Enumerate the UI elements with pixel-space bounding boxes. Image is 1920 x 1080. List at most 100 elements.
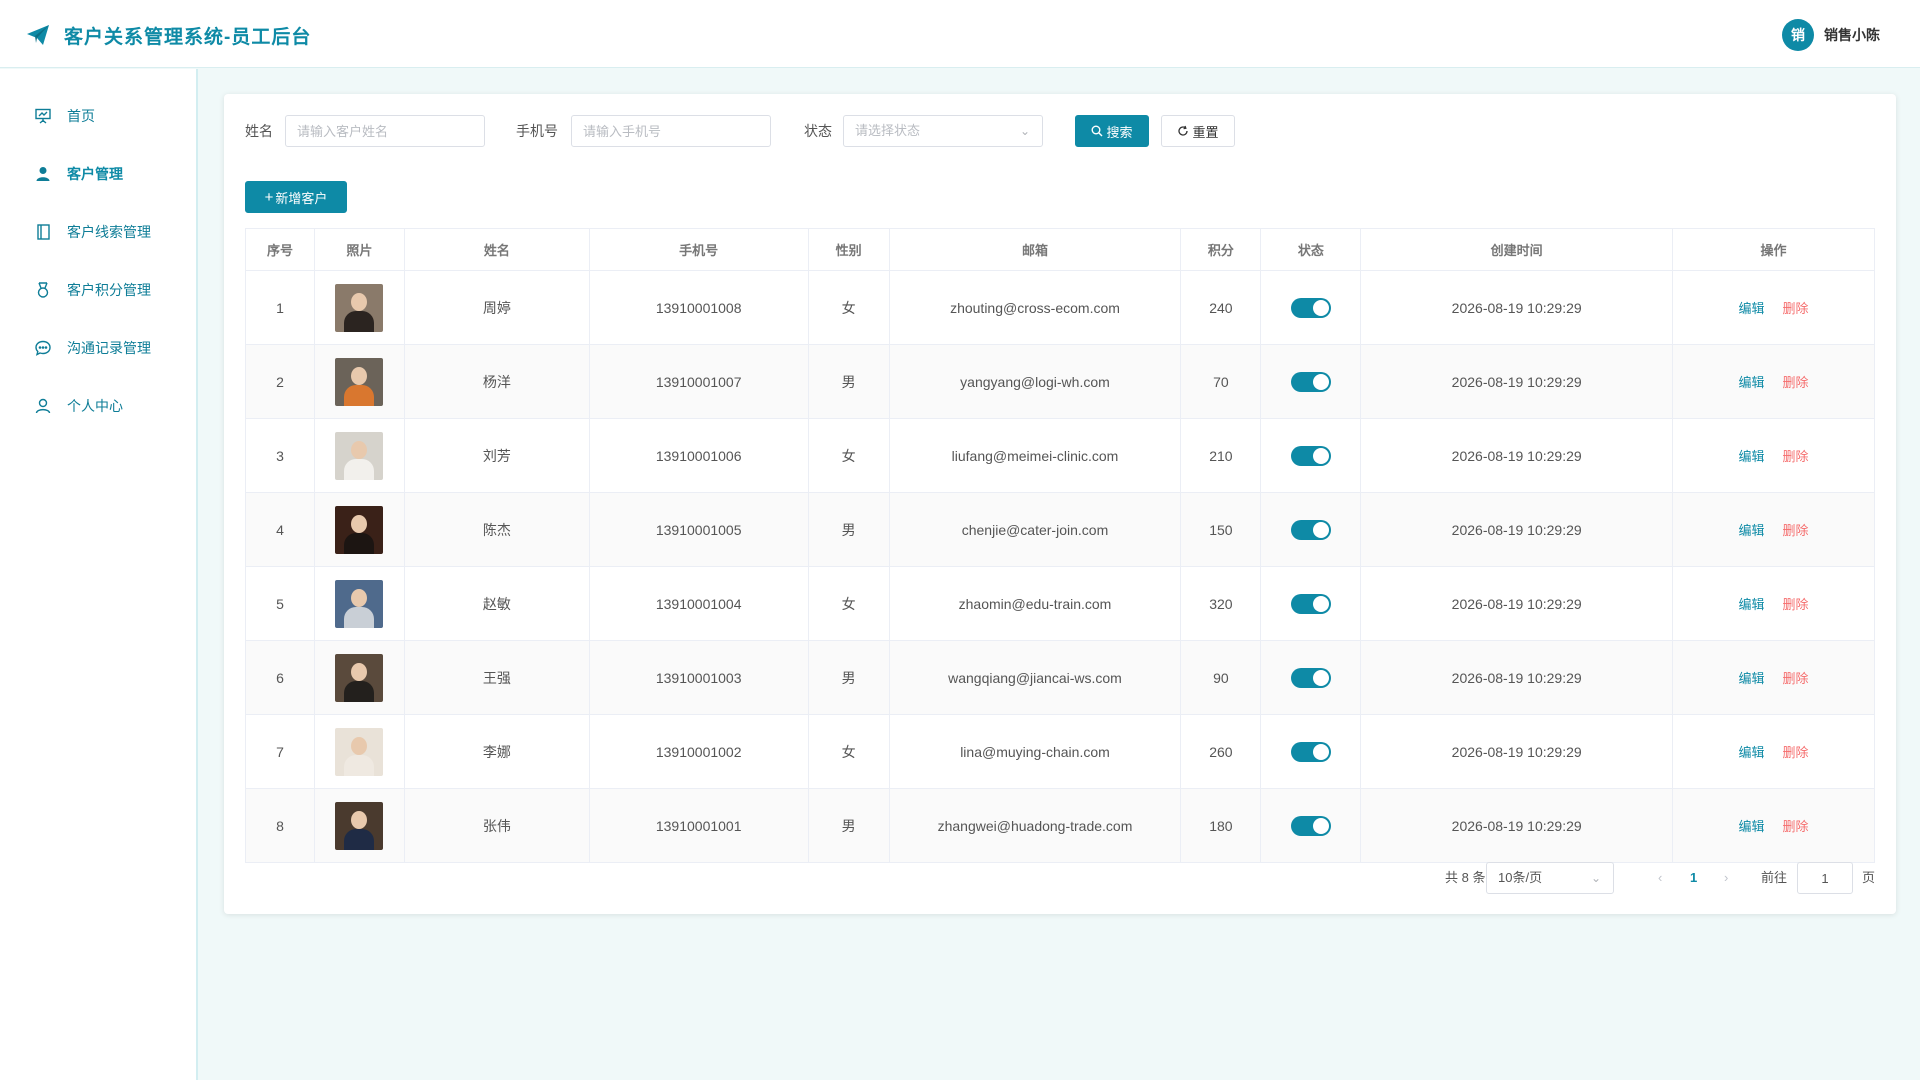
customer-points: 70 xyxy=(1180,344,1262,419)
delete-button[interactable]: 删除 xyxy=(1783,597,1809,612)
column-header: 操作 xyxy=(1672,228,1875,271)
customer-photo[interactable] xyxy=(335,357,384,406)
status-toggle[interactable] xyxy=(1290,371,1331,392)
customer-photo[interactable] xyxy=(335,653,384,702)
status-toggle[interactable] xyxy=(1290,815,1331,836)
sidebar-item-customers[interactable]: 客户管理 xyxy=(0,154,196,194)
column-header: 性别 xyxy=(807,228,890,271)
reset-button[interactable]: 重置 xyxy=(1161,115,1235,147)
created-time: 2026-08-19 10:29:29 xyxy=(1360,566,1674,641)
customer-gender: 女 xyxy=(807,714,890,789)
sidebar-item-label: 沟通记录管理 xyxy=(67,340,151,356)
page-suffix: 页 xyxy=(1862,870,1876,885)
next-page-button[interactable]: › xyxy=(1724,862,1728,894)
status-toggle[interactable] xyxy=(1290,445,1331,466)
edit-button[interactable]: 编辑 xyxy=(1739,745,1765,760)
table-row: 7 李娜 13910001002 女 lina@muying-chain.com 260 2… xyxy=(245,714,1875,789)
page-size-select[interactable]: 10条/页 ⌄ xyxy=(1486,862,1614,894)
phone-search-input[interactable] xyxy=(571,115,771,147)
status-cell xyxy=(1260,418,1362,493)
sidebar-item-label: 客户管理 xyxy=(67,166,123,182)
status-select[interactable]: 请选择状态 ⌄ xyxy=(843,115,1043,147)
actions-cell: 编辑 删除 xyxy=(1672,714,1875,789)
created-time: 2026-08-19 10:29:29 xyxy=(1360,640,1674,715)
edit-button[interactable]: 编辑 xyxy=(1739,523,1765,538)
customer-photo[interactable] xyxy=(335,283,384,332)
prev-page-button[interactable]: ‹ xyxy=(1658,862,1662,894)
edit-button[interactable]: 编辑 xyxy=(1739,597,1765,612)
delete-button[interactable]: 删除 xyxy=(1783,819,1809,834)
customer-photo[interactable] xyxy=(335,579,384,628)
photo-cell xyxy=(313,270,405,345)
customer-phone: 13910001006 xyxy=(588,418,809,493)
add-customer-button[interactable]: + 新增客户 xyxy=(245,181,347,213)
photo-cell xyxy=(313,714,405,789)
chat-bubble-icon xyxy=(33,338,53,358)
customer-photo[interactable] xyxy=(335,505,384,554)
name-search-input[interactable] xyxy=(285,115,485,147)
customer-photo[interactable] xyxy=(335,727,384,776)
delete-button[interactable]: 删除 xyxy=(1783,523,1809,538)
customer-photo[interactable] xyxy=(335,801,384,850)
customer-points: 180 xyxy=(1180,788,1262,863)
customer-table: 序号 照片 姓名 手机号 性别 邮箱 积分 状态 创建时间 操作 1 周婷 1391… xyxy=(245,228,1875,863)
customer-photo[interactable] xyxy=(335,431,384,480)
row-index: 2 xyxy=(245,344,315,419)
table-row: 5 赵敏 13910001004 女 zhaomin@edu-train.com 320 2… xyxy=(245,566,1875,641)
created-time: 2026-08-19 10:29:29 xyxy=(1360,270,1674,345)
status-toggle[interactable] xyxy=(1290,297,1331,318)
avatar[interactable]: 销 xyxy=(1782,19,1814,51)
customer-phone: 13910001005 xyxy=(588,492,809,567)
edit-button[interactable]: 编辑 xyxy=(1739,301,1765,316)
column-header: 积分 xyxy=(1180,228,1262,271)
status-cell xyxy=(1260,492,1362,567)
customer-gender: 女 xyxy=(807,418,890,493)
sidebar-item-profile[interactable]: 个人中心 xyxy=(0,386,196,426)
customer-name: 刘芳 xyxy=(403,418,590,493)
delete-button[interactable]: 删除 xyxy=(1783,671,1809,686)
photo-head xyxy=(351,292,368,311)
row-index: 8 xyxy=(245,788,315,863)
medal-icon xyxy=(33,280,53,300)
photo-cell xyxy=(313,344,405,419)
column-header: 姓名 xyxy=(403,228,590,271)
search-button[interactable]: 搜索 xyxy=(1075,115,1149,147)
sidebar-item-leads[interactable]: 客户线索管理 xyxy=(0,212,196,252)
sidebar-item-communications[interactable]: 沟通记录管理 xyxy=(0,328,196,368)
search-icon xyxy=(1091,125,1103,137)
created-time: 2026-08-19 10:29:29 xyxy=(1360,492,1674,567)
search-button-label: 搜索 xyxy=(1106,124,1133,140)
page-number-current[interactable]: 1 xyxy=(1690,862,1697,894)
customer-name: 赵敏 xyxy=(403,566,590,641)
customer-gender: 男 xyxy=(807,788,890,863)
status-toggle[interactable] xyxy=(1290,519,1331,540)
customer-points: 210 xyxy=(1180,418,1262,493)
page-size-value: 10条/页 xyxy=(1498,870,1543,885)
edit-button[interactable]: 编辑 xyxy=(1739,449,1765,464)
created-time: 2026-08-19 10:29:29 xyxy=(1360,714,1674,789)
customer-points: 320 xyxy=(1180,566,1262,641)
delete-button[interactable]: 删除 xyxy=(1783,449,1809,464)
user-menu[interactable]: 销 销售小陈 xyxy=(1782,19,1880,51)
delete-button[interactable]: 删除 xyxy=(1783,301,1809,316)
refresh-icon xyxy=(1177,125,1189,137)
column-header: 序号 xyxy=(245,228,315,271)
customer-email: zhaomin@edu-train.com xyxy=(888,566,1182,641)
customer-name: 王强 xyxy=(403,640,590,715)
chevron-down-icon: ⌄ xyxy=(1019,124,1030,138)
edit-button[interactable]: 编辑 xyxy=(1739,375,1765,390)
pagination-total: 共 8 条 xyxy=(1445,870,1486,885)
customer-phone: 13910001001 xyxy=(588,788,809,863)
delete-button[interactable]: 删除 xyxy=(1783,375,1809,390)
status-toggle[interactable] xyxy=(1290,593,1331,614)
sidebar-item-points[interactable]: 客户积分管理 xyxy=(0,270,196,310)
edit-button[interactable]: 编辑 xyxy=(1739,819,1765,834)
delete-button[interactable]: 删除 xyxy=(1783,745,1809,760)
sidebar-item-label: 客户积分管理 xyxy=(67,282,151,298)
goto-page-input[interactable] xyxy=(1797,862,1853,894)
status-toggle[interactable] xyxy=(1290,741,1331,762)
user-name[interactable]: 销售小陈 xyxy=(1824,25,1880,45)
status-toggle[interactable] xyxy=(1290,667,1331,688)
edit-button[interactable]: 编辑 xyxy=(1739,671,1765,686)
sidebar-item-home[interactable]: 首页 xyxy=(0,96,196,136)
